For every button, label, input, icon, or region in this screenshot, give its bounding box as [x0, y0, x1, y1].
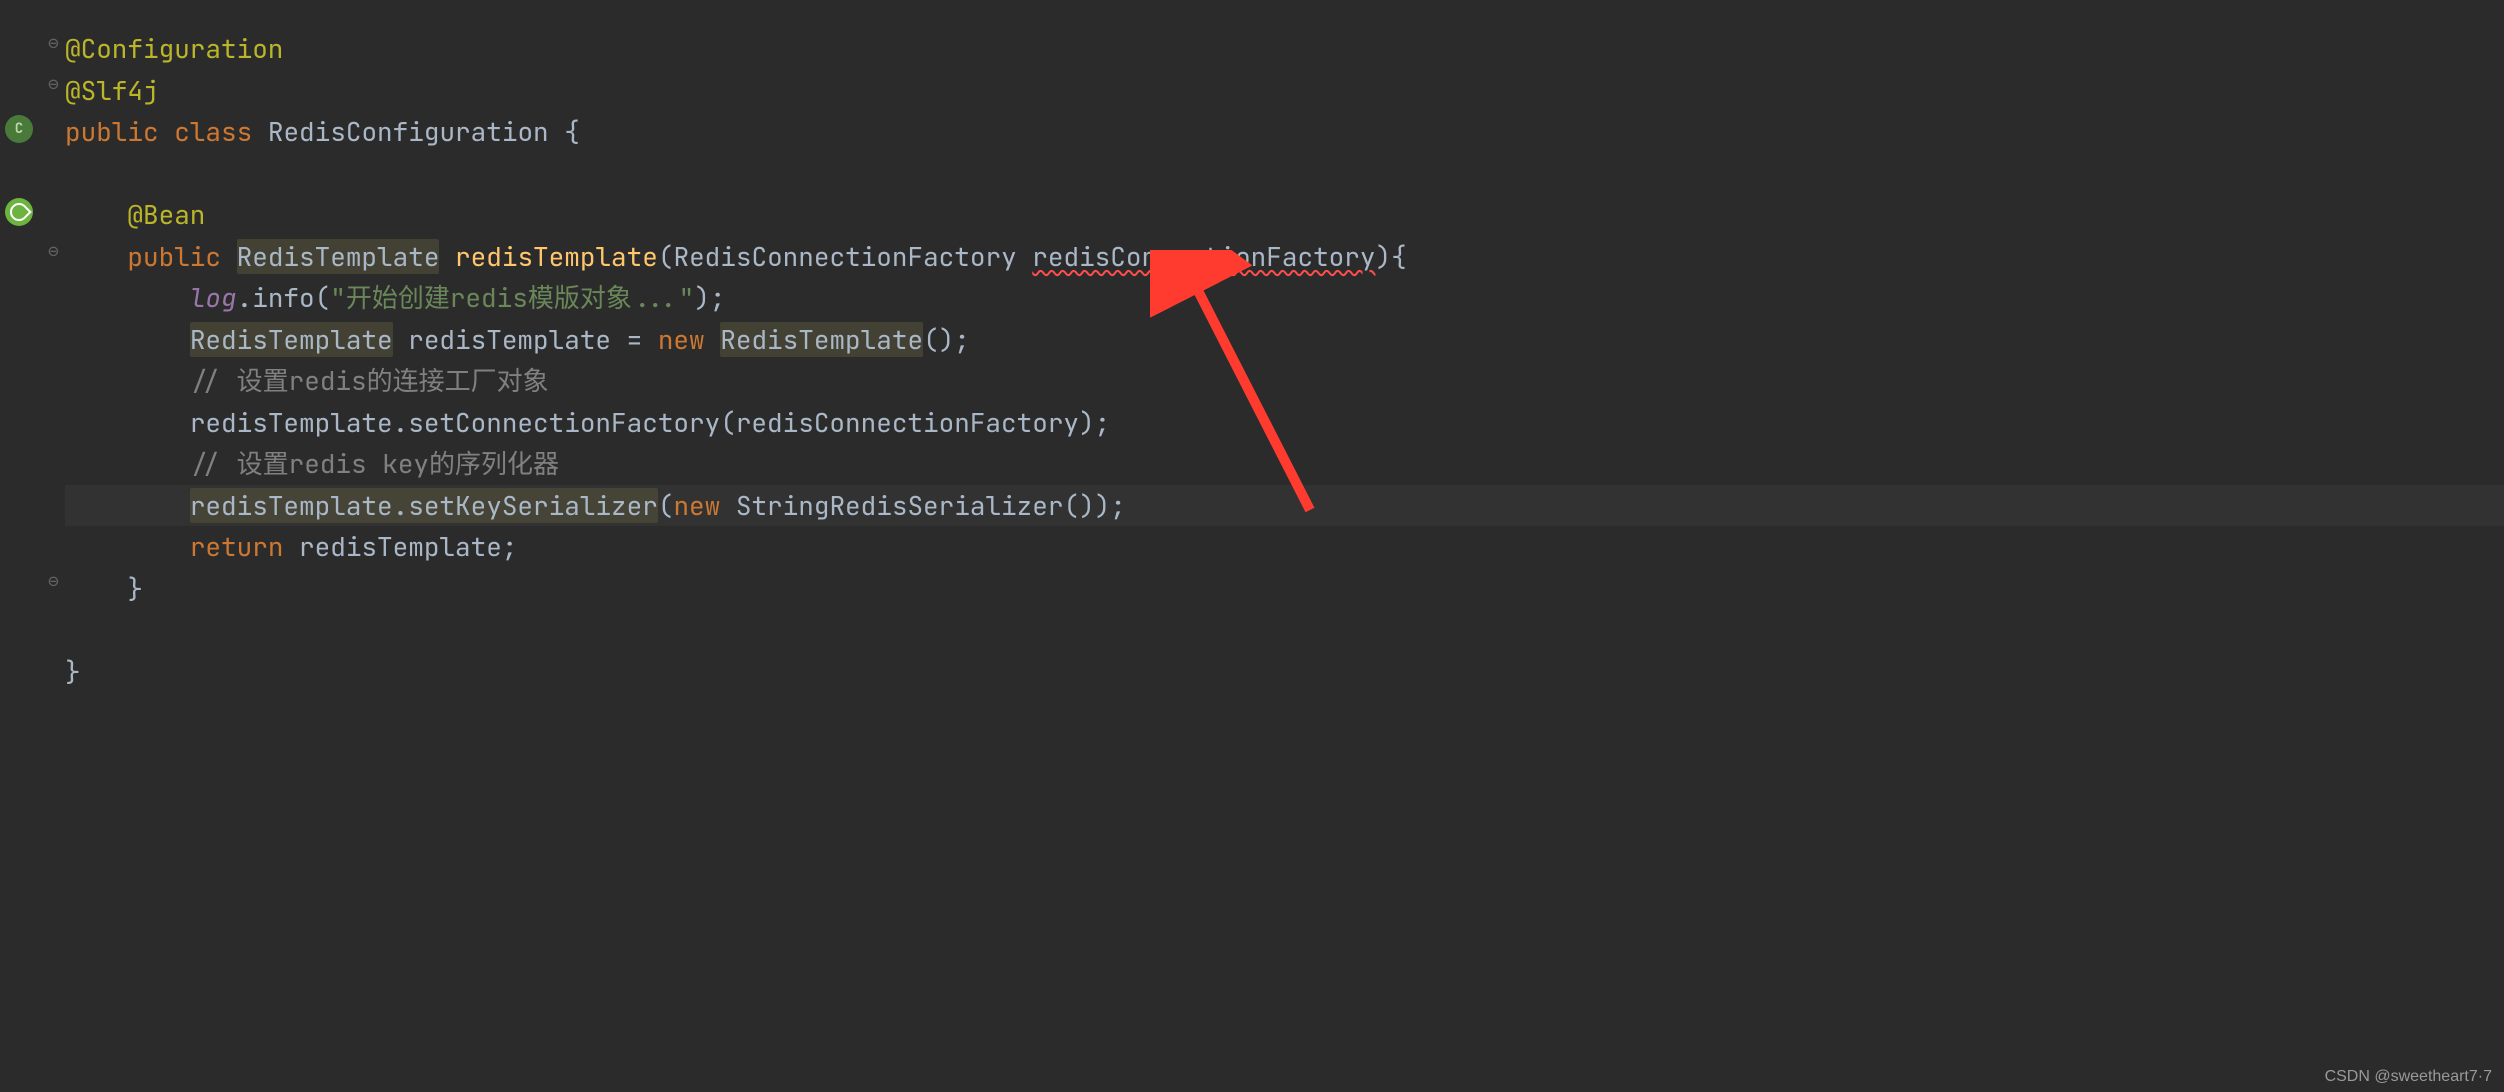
code-editor: ⊖ ⊖ C ⊖ ⊖ @Configuration @Slf4j public c…	[0, 0, 2504, 1092]
brace: {	[549, 114, 580, 149]
annotation: @Slf4j	[65, 73, 159, 108]
fold-toggle-icon[interactable]: ⊖	[48, 32, 59, 55]
annotation: @Bean	[127, 197, 205, 232]
keyword-class: class	[174, 114, 252, 149]
watermark-text: CSDN @sweetheart7·7	[2325, 1068, 2492, 1086]
class-identifier: RedisConfiguration	[268, 114, 549, 149]
editor-gutter: ⊖ ⊖ C ⊖ ⊖	[0, 0, 65, 1092]
brace: }	[127, 571, 143, 606]
method-name: redisTemplate	[455, 239, 658, 274]
keyword-public: public	[65, 114, 159, 149]
paren: (	[658, 239, 674, 274]
comment: // 设置redis key的序列化器	[190, 446, 559, 481]
constructor-call: StringRedisSerializer	[736, 488, 1064, 523]
ctor-end: ());	[1063, 488, 1125, 523]
comment: // 设置redis的连接工厂对象	[190, 363, 549, 398]
log-variable: log	[190, 280, 237, 315]
string-literal: "开始创建redis模版对象..."	[330, 280, 694, 315]
fold-toggle-icon[interactable]: ⊖	[48, 570, 59, 593]
method-call: .info(	[237, 280, 331, 315]
keyword-return: return	[190, 529, 284, 564]
param-type: RedisConnectionFactory	[673, 239, 1016, 274]
code-content[interactable]: @Configuration @Slf4j public class Redis…	[65, 0, 2504, 1092]
call-close: );	[694, 280, 725, 315]
param-name-error: redisConnectionFactory	[1032, 239, 1375, 274]
fold-toggle-icon[interactable]: ⊖	[48, 73, 59, 96]
var-decl: redisTemplate =	[393, 322, 658, 357]
statement: redisTemplate.setConnectionFactory(redis…	[190, 405, 1110, 440]
class-gutter-icon[interactable]: C	[5, 115, 33, 143]
ctor-end: ();	[923, 322, 970, 357]
keyword-public: public	[127, 239, 221, 274]
type-name: RedisTemplate	[190, 322, 393, 357]
fold-toggle-icon[interactable]: ⊖	[48, 240, 59, 263]
spring-bean-icon[interactable]	[5, 198, 33, 226]
paren: (	[658, 488, 674, 523]
keyword-new: new	[658, 322, 705, 357]
return-type: RedisTemplate	[237, 239, 440, 274]
constructor-call: RedisTemplate	[720, 322, 923, 357]
statement-highlighted: redisTemplate.setKeySerializer	[190, 488, 658, 523]
annotation: @Configuration	[65, 31, 283, 66]
keyword-new: new	[673, 488, 720, 523]
return-var: redisTemplate;	[283, 529, 517, 564]
method-sig-end: ){	[1375, 239, 1406, 274]
brace: }	[65, 654, 81, 689]
